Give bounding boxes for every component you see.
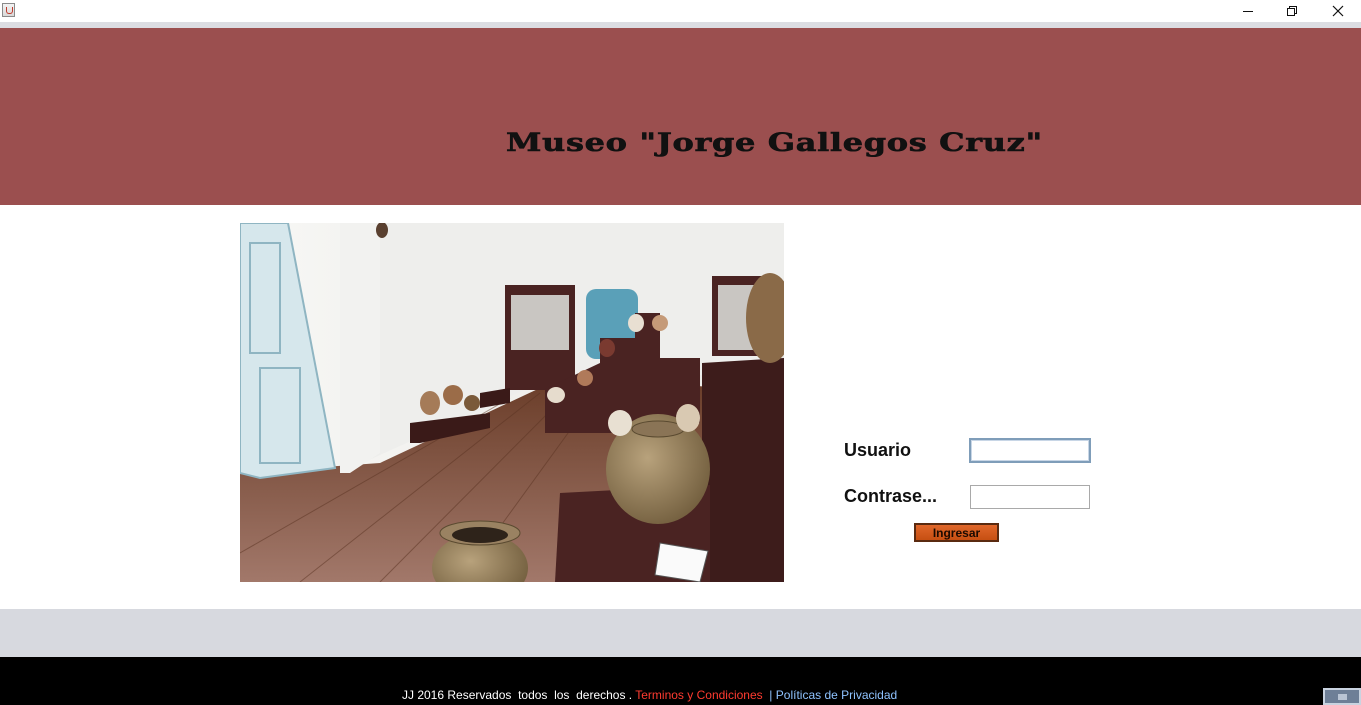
java-cup-icon (2, 3, 15, 17)
username-input[interactable] (969, 438, 1091, 463)
password-input[interactable] (970, 485, 1090, 509)
minimize-button[interactable] (1225, 0, 1271, 22)
close-icon (1332, 5, 1344, 17)
login-button[interactable]: Ingresar (914, 523, 999, 542)
password-label: Contrase... (844, 486, 938, 506)
header-banner: Museo "Jorge Gallegos Cruz" (0, 28, 1361, 205)
minimize-icon (1243, 11, 1253, 12)
restore-icon (1287, 6, 1297, 16)
privacy-link[interactable]: Políticas de Privacidad (776, 688, 897, 702)
page-title: Museo "Jorge Gallegos Cruz" (506, 128, 1043, 158)
museum-photo (240, 223, 784, 582)
copyright-text: JJ 2016 Reservados todos los derechos . (402, 688, 636, 702)
footer-line: JJ 2016 Reservados todos los derechos . … (402, 688, 897, 702)
restore-button[interactable] (1269, 0, 1315, 22)
footer: JJ 2016 Reservados todos los derechos . … (0, 657, 1361, 705)
window-titlebar (0, 0, 1361, 22)
terms-link[interactable]: Terminos y Condiciones (635, 688, 762, 702)
gray-band (0, 609, 1361, 657)
corner-button[interactable] (1323, 688, 1361, 705)
footer-separator: | (762, 688, 773, 702)
close-button[interactable] (1315, 0, 1361, 22)
username-label: Usuario (844, 440, 912, 460)
